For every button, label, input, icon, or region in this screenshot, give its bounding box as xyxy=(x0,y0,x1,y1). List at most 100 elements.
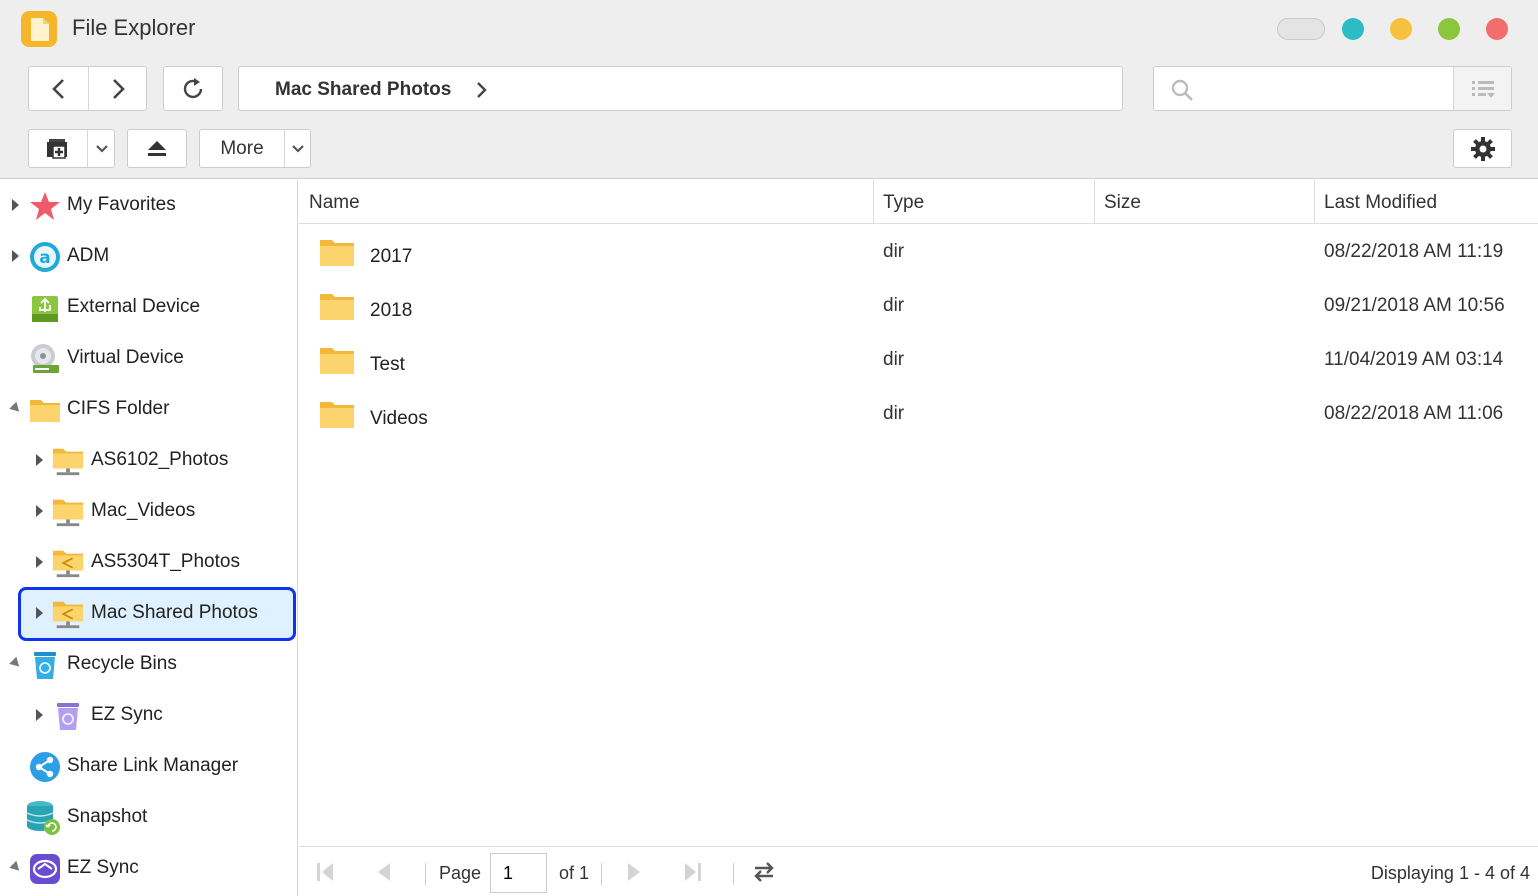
expand-arrow-icon[interactable] xyxy=(36,607,43,619)
file-name: 2017 xyxy=(370,246,413,267)
sidebar-item-recycle-bins[interactable]: Recycle Bins xyxy=(0,639,298,690)
search-icon xyxy=(1171,79,1193,101)
window-maximize-button[interactable] xyxy=(1438,18,1460,40)
refresh-list-icon[interactable] xyxy=(751,859,777,885)
table-row[interactable]: Test dir 11/04/2019 AM 03:14 xyxy=(299,334,1538,388)
toolbar: Mac Shared Photos More xyxy=(0,56,1538,179)
search-input[interactable] xyxy=(1202,75,1452,103)
file-modified: 09/21/2018 AM 10:56 xyxy=(1324,295,1505,316)
expand-arrow-icon[interactable] xyxy=(36,454,43,466)
snapshot-icon xyxy=(26,801,60,835)
network-folder-icon xyxy=(52,448,84,476)
file-name: Test xyxy=(370,354,405,375)
more-dropdown-button[interactable] xyxy=(285,130,311,167)
column-header-size[interactable]: Size xyxy=(1094,180,1314,224)
file-grid: Name Type Size Last Modified 2017 dir 08… xyxy=(299,180,1538,846)
expand-arrow-icon[interactable] xyxy=(36,709,43,721)
shared-network-folder-icon xyxy=(52,601,84,629)
folder-icon xyxy=(320,348,354,374)
chevron-right-icon xyxy=(113,78,125,99)
share-link-icon xyxy=(30,752,60,782)
sidebar-item-cifs-folder[interactable]: CIFS Folder xyxy=(0,384,298,435)
page-number-input[interactable] xyxy=(490,853,547,893)
eject-button[interactable] xyxy=(127,129,187,168)
usb-drive-icon xyxy=(32,296,58,322)
back-button[interactable] xyxy=(29,67,88,110)
file-name: Videos xyxy=(370,408,428,429)
adm-icon: a xyxy=(30,242,60,272)
settings-button[interactable] xyxy=(1453,129,1512,168)
folder-icon xyxy=(30,400,60,422)
sidebar-item-as5304t-photos[interactable]: AS5304T_Photos xyxy=(0,537,298,588)
recycle-bin-icon xyxy=(34,652,56,679)
file-explorer-app-icon xyxy=(21,11,57,47)
breadcrumb-item[interactable]: Mac Shared Photos xyxy=(275,79,451,101)
sidebar-item-mac-shared-photos[interactable]: Mac Shared Photos xyxy=(0,588,298,639)
page-count-label: of 1 xyxy=(559,863,590,883)
network-folder-icon xyxy=(52,499,84,527)
first-page-icon[interactable] xyxy=(315,861,335,883)
refresh-button[interactable] xyxy=(163,66,223,111)
sidebar-item-ez-sync-recycle[interactable]: EZ Sync xyxy=(0,690,298,741)
sidebar-item-virtual-device[interactable]: Virtual Device xyxy=(0,333,298,384)
file-type: dir xyxy=(883,241,905,262)
search-options-button[interactable] xyxy=(1454,67,1511,110)
forward-button[interactable] xyxy=(89,67,147,110)
previous-page-icon[interactable] xyxy=(375,861,393,883)
title-bar: File Explorer xyxy=(0,0,1538,56)
svg-text:a: a xyxy=(39,248,50,268)
expand-arrow-icon[interactable] xyxy=(36,505,43,517)
grid-header: Name Type Size Last Modified xyxy=(299,180,1538,224)
file-modified: 08/22/2018 AM 11:06 xyxy=(1324,403,1504,424)
file-name: 2018 xyxy=(370,300,413,321)
collapse-arrow-icon[interactable] xyxy=(9,401,23,416)
table-row[interactable]: 2017 dir 08/22/2018 AM 11:19 xyxy=(299,226,1538,280)
window-minimize-button[interactable] xyxy=(1390,18,1412,40)
sidebar-item-ez-sync[interactable]: EZ Sync xyxy=(0,843,298,894)
folder-icon xyxy=(320,240,354,266)
window-teal-button[interactable] xyxy=(1342,18,1364,40)
column-header-type[interactable]: Type xyxy=(873,180,1094,224)
new-dropdown-button[interactable] xyxy=(88,130,115,167)
file-type: dir xyxy=(883,403,905,424)
more-button[interactable]: More xyxy=(200,130,284,167)
chevron-left-icon xyxy=(51,78,64,99)
path-breadcrumb[interactable]: Mac Shared Photos xyxy=(238,66,1123,111)
sidebar-item-mac-videos[interactable]: Mac_Videos xyxy=(0,486,298,537)
list-filter-icon xyxy=(1471,80,1495,98)
pagination-bar: Page of 1 Displaying 1 - 4 of 4 xyxy=(299,846,1538,896)
sidebar-item-adm[interactable]: a ADM xyxy=(0,231,298,282)
gear-icon xyxy=(1470,136,1495,161)
chevron-down-icon xyxy=(95,144,108,153)
ez-sync-icon xyxy=(30,854,60,884)
expand-arrow-icon[interactable] xyxy=(12,199,19,211)
collapse-arrow-icon[interactable] xyxy=(9,656,23,671)
breadcrumb-chevron-icon[interactable] xyxy=(475,80,489,100)
column-header-last-modified[interactable]: Last Modified xyxy=(1314,180,1538,224)
file-modified: 11/04/2019 AM 03:14 xyxy=(1324,349,1504,370)
table-row[interactable]: 2018 dir 09/21/2018 AM 10:56 xyxy=(299,280,1538,334)
refresh-icon xyxy=(183,77,203,98)
more-label: More xyxy=(220,137,264,159)
collapse-arrow-icon[interactable] xyxy=(9,860,23,875)
expand-arrow-icon[interactable] xyxy=(12,250,19,262)
sidebar-item-my-favorites[interactable]: My Favorites xyxy=(0,180,298,231)
window-close-button[interactable] xyxy=(1486,18,1508,40)
column-header-name[interactable]: Name xyxy=(299,180,873,224)
table-row[interactable]: Videos dir 08/22/2018 AM 11:06 xyxy=(299,388,1538,442)
window-title: File Explorer xyxy=(72,15,196,40)
eject-icon xyxy=(148,140,166,156)
expand-arrow-icon[interactable] xyxy=(36,556,43,568)
new-folder-button[interactable] xyxy=(29,130,87,167)
new-button-group xyxy=(28,129,115,168)
chevron-down-icon xyxy=(292,144,304,153)
sidebar-item-as6102-photos[interactable]: AS6102_Photos xyxy=(0,435,298,486)
sidebar-item-external-device[interactable]: External Device xyxy=(0,282,298,333)
sidebar-item-share-link-manager[interactable]: Share Link Manager xyxy=(0,741,298,792)
next-page-icon[interactable] xyxy=(625,861,643,883)
window-pill-button[interactable] xyxy=(1277,18,1325,40)
sidebar-item-snapshot[interactable]: Snapshot xyxy=(0,792,298,843)
search-box xyxy=(1153,66,1512,111)
last-page-icon[interactable] xyxy=(683,861,703,883)
new-folder-icon xyxy=(47,138,67,159)
